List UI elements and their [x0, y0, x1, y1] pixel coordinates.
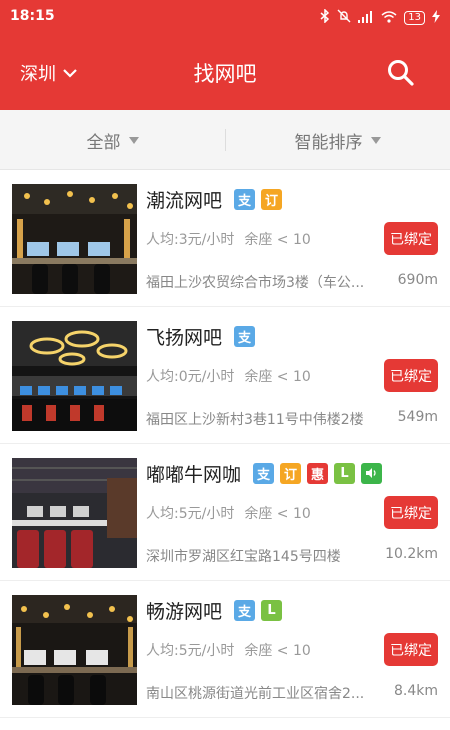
filter-all-dropdown[interactable]: 全部: [0, 110, 225, 170]
cafe-distance: 8.4km: [393, 683, 438, 699]
seats-left: 余座 < 10: [244, 369, 311, 385]
cafe-price: 人均:5元/小时 余座 < 10: [146, 640, 311, 660]
wifi-icon: [381, 8, 397, 27]
price-per-hour: 人均:3元/小时: [146, 232, 235, 248]
cafe-distance: 549m: [397, 409, 438, 425]
status-time: 18:15: [10, 8, 55, 24]
cafe-list-item[interactable]: 潮流网吧 支 订 人均:3元/小时 余座 < 10 已绑定 福田上沙农贸综合市场3…: [0, 170, 450, 307]
status-icons: 13: [320, 8, 440, 27]
price-per-hour: 人均:5元/小时: [146, 643, 235, 659]
seats-left: 余座 < 10: [244, 232, 311, 248]
signal-icon: [358, 8, 374, 27]
bound-button[interactable]: 已绑定: [384, 359, 438, 392]
cafe-name: 飞扬网吧: [146, 326, 223, 349]
bound-button[interactable]: 已绑定: [384, 496, 438, 529]
price-per-hour: 人均:5元/小时: [146, 506, 235, 522]
cafe-address: 福田区上沙新村3巷11号中伟楼2楼: [146, 412, 364, 428]
filter-all-label: 全部: [86, 132, 121, 153]
cafe-address: 福田上沙农贸综合市场3楼（车公...: [146, 275, 365, 291]
pay-badge: 支: [253, 462, 275, 484]
cafe-address: 南山区桃源街道光前工业区宿舍2...: [146, 686, 365, 702]
seats-left: 余座 < 10: [244, 643, 311, 659]
cafe-list-item[interactable]: 飞扬网吧 支 人均:0元/小时 余座 < 10 已绑定 福田区上沙新村3巷11号中…: [0, 307, 450, 444]
pay-badge: 支: [234, 599, 256, 621]
filter-bar: 全部 智能排序: [0, 110, 450, 170]
cafe-photo: [12, 458, 137, 568]
price-per-hour: 人均:0元/小时: [146, 369, 235, 385]
battery-indicator: 13: [404, 10, 425, 25]
app-header: 18:15 13 深圳 找网吧: [0, 0, 450, 110]
cafe-name-row: 嘟嘟牛网咖 支 订 惠 L: [146, 460, 383, 486]
cafe-distance: 10.2km: [385, 546, 438, 562]
pay-badge: 支: [234, 325, 256, 347]
city-selector[interactable]: 深圳: [20, 60, 78, 86]
cafe-name: 畅游网吧: [146, 600, 223, 623]
charging-icon: [432, 8, 440, 27]
promo-badge: 惠: [307, 462, 329, 484]
order-badge: 订: [261, 188, 283, 210]
mute-icon: [337, 8, 351, 27]
cafe-distance: 690m: [397, 272, 438, 288]
lol-badge: L: [261, 599, 283, 621]
cafe-name-row: 飞扬网吧 支: [146, 323, 256, 349]
cafe-photo: [12, 595, 137, 705]
seats-left: 余座 < 10: [244, 506, 311, 522]
cafe-name-row: 畅游网吧 支 L: [146, 597, 283, 623]
pay-badge: 支: [234, 188, 256, 210]
cafe-photo: [12, 321, 137, 431]
cafe-name: 潮流网吧: [146, 189, 223, 212]
cafe-name: 嘟嘟牛网咖: [146, 463, 242, 486]
city-label: 深圳: [20, 64, 56, 85]
dropdown-triangle-icon: [128, 136, 139, 144]
cafe-price: 人均:3元/小时 余座 < 10: [146, 229, 311, 249]
status-bar: 18:15 13: [0, 0, 450, 34]
bluetooth-icon: [320, 8, 330, 27]
lol-badge: L: [334, 462, 356, 484]
cafe-price: 人均:0元/小时 余座 < 10: [146, 366, 311, 386]
sound-badge-icon: [361, 462, 383, 484]
cafe-name-row: 潮流网吧 支 订: [146, 186, 283, 212]
search-button[interactable]: [386, 58, 416, 88]
cafe-photo: [12, 184, 137, 294]
cafe-price: 人均:5元/小时 余座 < 10: [146, 503, 311, 523]
filter-sort-label: 智能排序: [294, 132, 363, 153]
dropdown-triangle-icon: [370, 136, 381, 144]
cafe-list-item[interactable]: 畅游网吧 支 L 人均:5元/小时 余座 < 10 已绑定 南山区桃源街道光前工业…: [0, 581, 450, 718]
cafe-address: 深圳市罗湖区红宝路145号四楼: [146, 549, 341, 565]
chevron-down-icon: [62, 63, 78, 84]
order-badge: 订: [280, 462, 302, 484]
filter-sort-dropdown[interactable]: 智能排序: [225, 110, 450, 170]
bound-button[interactable]: 已绑定: [384, 633, 438, 666]
cafe-list-item[interactable]: 嘟嘟牛网咖 支 订 惠 L 人均:5元/小时 余座 < 10 已绑定 深圳市罗湖区…: [0, 444, 450, 581]
search-icon: [388, 60, 414, 86]
bound-button[interactable]: 已绑定: [384, 222, 438, 255]
